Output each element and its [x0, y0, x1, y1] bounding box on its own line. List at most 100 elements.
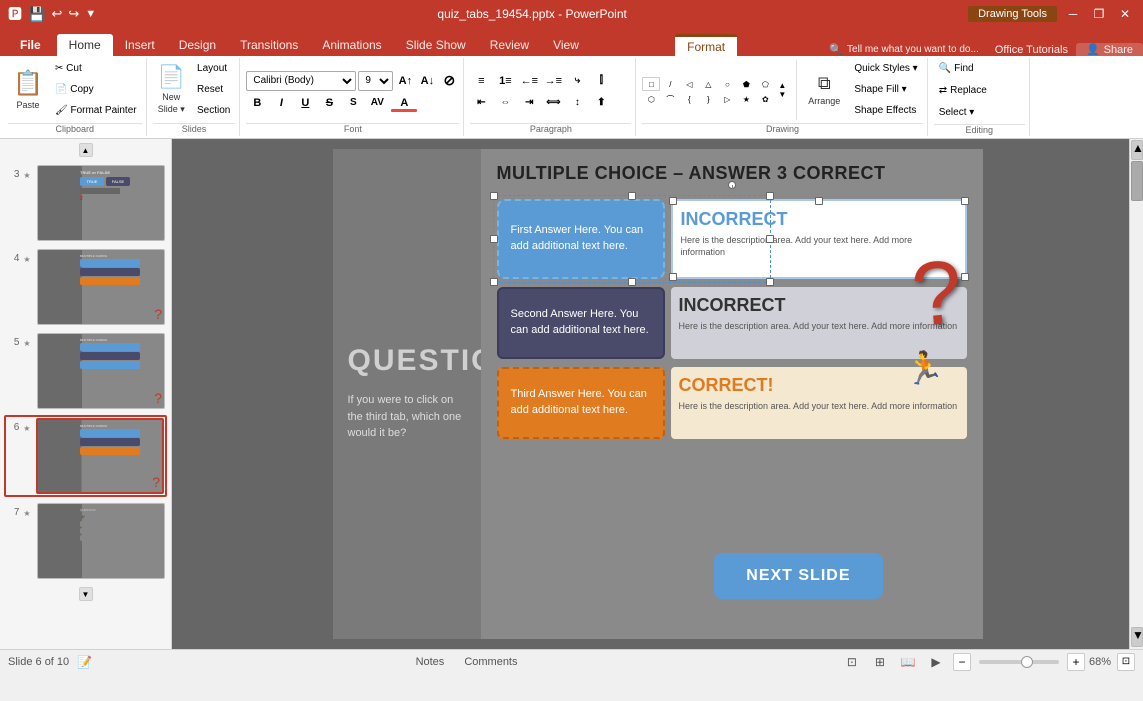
close-button[interactable]: ✕ [1115, 6, 1135, 22]
slideshow-view-button[interactable]: ▶ [925, 653, 947, 671]
clear-format-button[interactable]: ⊘ [439, 71, 459, 91]
notes-button[interactable]: Notes [410, 656, 451, 668]
arrange-button[interactable]: ⧉ Arrange [803, 62, 845, 118]
shape-item[interactable]: { [680, 92, 698, 106]
shape-item[interactable]: ⬟ [737, 77, 755, 91]
layout-button[interactable]: Layout [192, 59, 235, 79]
align-left-button[interactable]: ⇤ [470, 93, 492, 113]
office-tutorials-btn[interactable]: Office Tutorials [987, 44, 1076, 56]
tab-animations[interactable]: Animations [310, 34, 393, 56]
italic-button[interactable]: I [270, 93, 292, 113]
undo-icon[interactable]: ↩ [51, 6, 62, 22]
tab-transitions[interactable]: Transitions [228, 34, 310, 56]
res-handle-tl[interactable] [669, 197, 677, 205]
vertical-scrollbar[interactable]: ▲ ▼ [1129, 139, 1143, 649]
tab-file[interactable]: File [4, 34, 57, 56]
tab-slideshow[interactable]: Slide Show [394, 34, 478, 56]
slide-img-7[interactable]: QUESTION 🦋 [37, 503, 165, 579]
slide-thumb-7[interactable]: 7 ★ QUESTION 🦋 [4, 501, 167, 581]
tab-view[interactable]: View [541, 34, 591, 56]
bold-button[interactable]: B [246, 93, 268, 113]
slide-sorter-button[interactable]: ⊞ [869, 653, 891, 671]
shape-item[interactable]: △ [699, 77, 717, 91]
scroll-down-button[interactable]: ▼ [4, 587, 167, 601]
handle-tl[interactable] [490, 192, 498, 200]
shape-item[interactable]: ▷ [718, 92, 736, 106]
copy-button[interactable]: 📄 Copy [50, 80, 142, 100]
answer-box-2[interactable]: Second Answer Here. You can add addition… [497, 287, 665, 359]
restore-button[interactable]: ❐ [1089, 6, 1109, 22]
replace-button[interactable]: ⇄ Replace [934, 80, 992, 100]
shape-item[interactable]: / [661, 77, 679, 91]
minimize-button[interactable]: ─ [1063, 6, 1083, 22]
slide-img-3[interactable]: TRUE or FALSE TRUE FALSE 2 [37, 165, 165, 241]
next-slide-button[interactable]: NEXT SLIDE [714, 553, 882, 599]
section-button[interactable]: Section [192, 101, 235, 121]
shape-effects-button[interactable]: Shape Effects [849, 101, 922, 121]
text-direction-button[interactable]: ⬆ [590, 93, 612, 113]
decrease-indent-button[interactable]: ←≡ [518, 71, 540, 91]
share-btn[interactable]: 👤 Share [1076, 43, 1143, 56]
tab-review[interactable]: Review [478, 34, 541, 56]
justify-button[interactable]: ⟺ [542, 93, 564, 113]
answer-box-1[interactable]: First Answer Here. You can add additiona… [497, 199, 665, 279]
cut-button[interactable]: ✂ Cut [50, 59, 142, 79]
zoom-slider[interactable] [979, 660, 1059, 664]
shape-item[interactable]: ✿ [756, 92, 774, 106]
res-handle-tm[interactable] [815, 197, 823, 205]
shape-item[interactable]: □ [642, 77, 660, 91]
tab-format[interactable]: Format [675, 34, 737, 56]
res-handle-bl[interactable] [669, 273, 677, 281]
zoom-in-button[interactable]: + [1067, 653, 1085, 671]
numbering-button[interactable]: 1≡ [494, 71, 516, 91]
shape-item[interactable]: ◁ [680, 77, 698, 91]
quick-styles-button[interactable]: Quick Styles ▾ [849, 59, 922, 79]
increase-indent-button[interactable]: →≡ [542, 71, 564, 91]
zoom-out-button[interactable]: − [953, 653, 971, 671]
tab-insert[interactable]: Insert [113, 34, 167, 56]
answer-box-3[interactable]: Third Answer Here. You can add additiona… [497, 367, 665, 439]
handle-bl[interactable] [490, 278, 498, 286]
comments-button[interactable]: Comments [458, 656, 523, 668]
reset-button[interactable]: Reset [192, 80, 235, 100]
shape-item[interactable]: ★ [737, 92, 755, 106]
bullets-button[interactable]: ≡ [470, 71, 492, 91]
decrease-font-button[interactable]: A↓ [417, 71, 437, 91]
res-handle-tr[interactable] [961, 197, 969, 205]
increase-font-button[interactable]: A↑ [395, 71, 415, 91]
smartart-button[interactable]: ⤷ [566, 71, 588, 91]
shape-item[interactable]: ○ [718, 77, 736, 91]
shapes-scroll[interactable]: ▲ ▼ [778, 81, 786, 99]
shape-item[interactable]: ⬠ [756, 77, 774, 91]
line-spacing-button[interactable]: ↕ [566, 93, 588, 113]
res-handle-br[interactable] [961, 273, 969, 281]
char-spacing-button[interactable]: AV [366, 93, 388, 113]
customize-icon[interactable]: ▼ [85, 8, 96, 20]
paste-button[interactable]: 📋 Paste [8, 62, 48, 118]
slide-thumb-5[interactable]: 5 ★ MULTIPLE CHOICE ? [4, 331, 167, 411]
slide-img-4[interactable]: MULTIPLE CHOICE ? [37, 249, 165, 325]
slide-img-6[interactable]: MULTIPLE CHOICE ? [36, 418, 164, 494]
strikethrough-button[interactable]: S [318, 93, 340, 113]
zoom-thumb[interactable] [1021, 656, 1033, 668]
tab-home[interactable]: Home [57, 34, 113, 56]
shape-fill-button[interactable]: Shape Fill ▾ [849, 80, 922, 100]
slide-img-5[interactable]: MULTIPLE CHOICE ? [37, 333, 165, 409]
fit-button[interactable]: ⊡ [1117, 653, 1135, 671]
slide-thumb-6[interactable]: 6 ★ MULTIPLE CHOICE ? [4, 415, 167, 497]
shape-item[interactable]: ⬡ [642, 92, 660, 106]
tell-me-box[interactable]: 🔍 Tell me what you want to do... [821, 43, 986, 56]
select-button[interactable]: Select ▾ [934, 102, 980, 122]
font-color-button[interactable]: A [390, 93, 418, 113]
find-button[interactable]: 🔍 Find [934, 58, 979, 78]
scroll-up-button[interactable]: ▲ [4, 143, 167, 157]
shape-item[interactable]: ⌒ [661, 92, 679, 106]
handle-br[interactable] [766, 278, 774, 286]
normal-view-button[interactable]: ⊡ [841, 653, 863, 671]
columns-button[interactable]: ⫿ [590, 71, 612, 91]
slide-thumb-3[interactable]: 3 ★ TRUE or FALSE TRUE FALSE 2 [4, 163, 167, 243]
handle-bm[interactable] [628, 278, 636, 286]
shape-item[interactable]: } [699, 92, 717, 106]
shadow-button[interactable]: S [342, 93, 364, 113]
align-center-button[interactable]: ⇔ [494, 93, 516, 113]
